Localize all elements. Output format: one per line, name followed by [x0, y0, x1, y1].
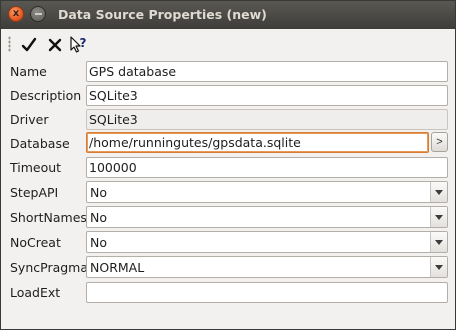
shortnames-value: No	[90, 210, 107, 225]
window-title: Data Source Properties (new)	[58, 7, 267, 22]
cancel-button[interactable]	[45, 35, 65, 55]
chevron-down-icon	[435, 189, 443, 195]
dropdown-arrow[interactable]	[430, 182, 447, 202]
shortnames-combo[interactable]: No	[86, 206, 448, 228]
close-icon: x	[12, 8, 20, 19]
syncpragma-value: NORMAL	[90, 260, 145, 275]
nocreat-value: No	[90, 235, 107, 250]
dropdown-arrow[interactable]	[430, 257, 447, 277]
ok-button[interactable]	[19, 35, 39, 55]
description-label: Description	[10, 88, 82, 103]
description-field[interactable]	[86, 85, 448, 106]
whats-this-help-icon: ?	[70, 36, 87, 53]
name-field[interactable]	[86, 61, 448, 82]
shortnames-label: ShortNames	[10, 210, 87, 225]
nocreat-combo[interactable]: No	[86, 231, 448, 253]
toolbar: ?	[7, 33, 107, 57]
title-bar[interactable]: x Data Source Properties (new)	[1, 1, 455, 29]
data-source-properties-dialog: x Data Source Properties (new) ? Name GP…	[0, 0, 456, 330]
checkmark-icon	[21, 37, 37, 52]
timeout-field[interactable]	[86, 157, 448, 178]
syncpragma-combo[interactable]: NORMAL	[86, 256, 448, 278]
timeout-label: Timeout	[10, 160, 62, 175]
cancel-x-icon	[48, 38, 62, 52]
svg-text:?: ?	[80, 36, 87, 50]
stepapi-combo[interactable]: No	[86, 181, 448, 203]
nocreat-label: NoCreat	[10, 235, 61, 250]
dropdown-arrow[interactable]	[430, 207, 447, 227]
chevron-down-icon	[435, 264, 443, 270]
stepapi-label: StepAPI	[10, 185, 59, 200]
minimize-icon	[34, 13, 42, 15]
minimize-window-button[interactable]	[30, 6, 46, 22]
database-label: Database	[10, 136, 70, 151]
close-window-button[interactable]: x	[8, 6, 24, 22]
chevron-down-icon	[435, 214, 443, 220]
loadext-field[interactable]	[86, 282, 448, 303]
database-path-field[interactable]	[86, 132, 429, 153]
chevron-down-icon	[435, 239, 443, 245]
name-label: Name	[10, 64, 47, 79]
driver-field	[86, 109, 448, 130]
dropdown-arrow[interactable]	[430, 232, 447, 252]
whats-this-button[interactable]: ?	[69, 35, 89, 55]
browse-database-button[interactable]: >	[431, 132, 448, 152]
toolbar-grip-handle[interactable]	[8, 36, 11, 52]
driver-label: Driver	[10, 112, 49, 127]
syncpragma-label: SyncPragma	[10, 260, 89, 275]
loadext-label: LoadExt	[10, 285, 61, 300]
stepapi-value: No	[90, 185, 107, 200]
